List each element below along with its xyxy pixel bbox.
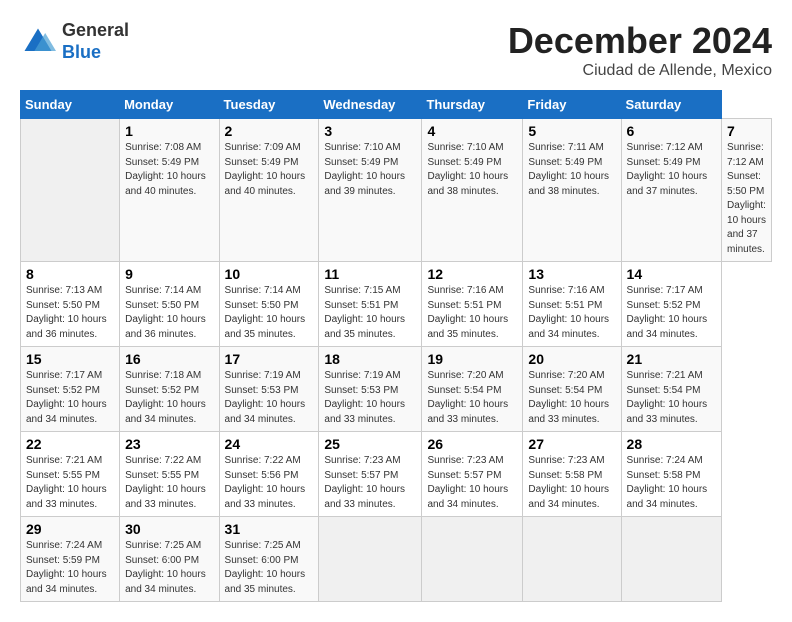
empty-cell-thu bbox=[422, 517, 523, 602]
header-friday: Friday bbox=[523, 91, 621, 119]
header-thursday: Thursday bbox=[422, 91, 523, 119]
header-saturday: Saturday bbox=[621, 91, 721, 119]
calendar-title: December 2024 bbox=[508, 20, 772, 62]
day-14: 14 Sunrise: 7:17 AM Sunset: 5:52 PM Dayl… bbox=[621, 262, 721, 347]
day-3: 3 Sunrise: 7:10 AM Sunset: 5:49 PM Dayli… bbox=[319, 119, 422, 262]
weekday-header-row: Sunday Monday Tuesday Wednesday Thursday… bbox=[21, 91, 772, 119]
day-7: 7 Sunrise: 7:12 AM Sunset: 5:50 PM Dayli… bbox=[722, 119, 772, 262]
day-28: 28 Sunrise: 7:24 AM Sunset: 5:58 PM Dayl… bbox=[621, 432, 721, 517]
title-area: December 2024 Ciudad de Allende, Mexico bbox=[508, 20, 772, 80]
calendar-subtitle: Ciudad de Allende, Mexico bbox=[508, 62, 772, 80]
header-monday: Monday bbox=[120, 91, 219, 119]
empty-cell-sat bbox=[621, 517, 721, 602]
empty-cell-wed bbox=[319, 517, 422, 602]
day-10: 10 Sunrise: 7:14 AM Sunset: 5:50 PM Dayl… bbox=[219, 262, 319, 347]
logo-icon bbox=[20, 24, 56, 60]
day-31: 31 Sunrise: 7:25 AM Sunset: 6:00 PM Dayl… bbox=[219, 517, 319, 602]
header-tuesday: Tuesday bbox=[219, 91, 319, 119]
day-21: 21 Sunrise: 7:21 AM Sunset: 5:54 PM Dayl… bbox=[621, 347, 721, 432]
day-27: 27 Sunrise: 7:23 AM Sunset: 5:58 PM Dayl… bbox=[523, 432, 621, 517]
page-header: General Blue December 2024 Ciudad de All… bbox=[20, 20, 772, 80]
empty-cell bbox=[21, 119, 120, 262]
day-8: 8 Sunrise: 7:13 AM Sunset: 5:50 PM Dayli… bbox=[21, 262, 120, 347]
day-1: 1 Sunrise: 7:08 AM Sunset: 5:49 PM Dayli… bbox=[120, 119, 219, 262]
day-24: 24 Sunrise: 7:22 AM Sunset: 5:56 PM Dayl… bbox=[219, 432, 319, 517]
day-25: 25 Sunrise: 7:23 AM Sunset: 5:57 PM Dayl… bbox=[319, 432, 422, 517]
day-11: 11 Sunrise: 7:15 AM Sunset: 5:51 PM Dayl… bbox=[319, 262, 422, 347]
day-4: 4 Sunrise: 7:10 AM Sunset: 5:49 PM Dayli… bbox=[422, 119, 523, 262]
day-13: 13 Sunrise: 7:16 AM Sunset: 5:51 PM Dayl… bbox=[523, 262, 621, 347]
day-17: 17 Sunrise: 7:19 AM Sunset: 5:53 PM Dayl… bbox=[219, 347, 319, 432]
week-row-3: 15 Sunrise: 7:17 AM Sunset: 5:52 PM Dayl… bbox=[21, 347, 772, 432]
day-6: 6 Sunrise: 7:12 AM Sunset: 5:49 PM Dayli… bbox=[621, 119, 721, 262]
logo-text: General Blue bbox=[62, 20, 129, 63]
day-9: 9 Sunrise: 7:14 AM Sunset: 5:50 PM Dayli… bbox=[120, 262, 219, 347]
day-2: 2 Sunrise: 7:09 AM Sunset: 5:49 PM Dayli… bbox=[219, 119, 319, 262]
week-row-2: 8 Sunrise: 7:13 AM Sunset: 5:50 PM Dayli… bbox=[21, 262, 772, 347]
day-20: 20 Sunrise: 7:20 AM Sunset: 5:54 PM Dayl… bbox=[523, 347, 621, 432]
day-22: 22 Sunrise: 7:21 AM Sunset: 5:55 PM Dayl… bbox=[21, 432, 120, 517]
day-29: 29 Sunrise: 7:24 AM Sunset: 5:59 PM Dayl… bbox=[21, 517, 120, 602]
day-30: 30 Sunrise: 7:25 AM Sunset: 6:00 PM Dayl… bbox=[120, 517, 219, 602]
day-15: 15 Sunrise: 7:17 AM Sunset: 5:52 PM Dayl… bbox=[21, 347, 120, 432]
day-23: 23 Sunrise: 7:22 AM Sunset: 5:55 PM Dayl… bbox=[120, 432, 219, 517]
day-26: 26 Sunrise: 7:23 AM Sunset: 5:57 PM Dayl… bbox=[422, 432, 523, 517]
day-16: 16 Sunrise: 7:18 AM Sunset: 5:52 PM Dayl… bbox=[120, 347, 219, 432]
header-wednesday: Wednesday bbox=[319, 91, 422, 119]
week-row-4: 22 Sunrise: 7:21 AM Sunset: 5:55 PM Dayl… bbox=[21, 432, 772, 517]
day-5: 5 Sunrise: 7:11 AM Sunset: 5:49 PM Dayli… bbox=[523, 119, 621, 262]
week-row-1: 1 Sunrise: 7:08 AM Sunset: 5:49 PM Dayli… bbox=[21, 119, 772, 262]
calendar-table: Sunday Monday Tuesday Wednesday Thursday… bbox=[20, 90, 772, 602]
week-row-5: 29 Sunrise: 7:24 AM Sunset: 5:59 PM Dayl… bbox=[21, 517, 772, 602]
empty-cell-fri bbox=[523, 517, 621, 602]
day-18: 18 Sunrise: 7:19 AM Sunset: 5:53 PM Dayl… bbox=[319, 347, 422, 432]
day-12: 12 Sunrise: 7:16 AM Sunset: 5:51 PM Dayl… bbox=[422, 262, 523, 347]
header-sunday: Sunday bbox=[21, 91, 120, 119]
day-19: 19 Sunrise: 7:20 AM Sunset: 5:54 PM Dayl… bbox=[422, 347, 523, 432]
logo: General Blue bbox=[20, 20, 129, 63]
